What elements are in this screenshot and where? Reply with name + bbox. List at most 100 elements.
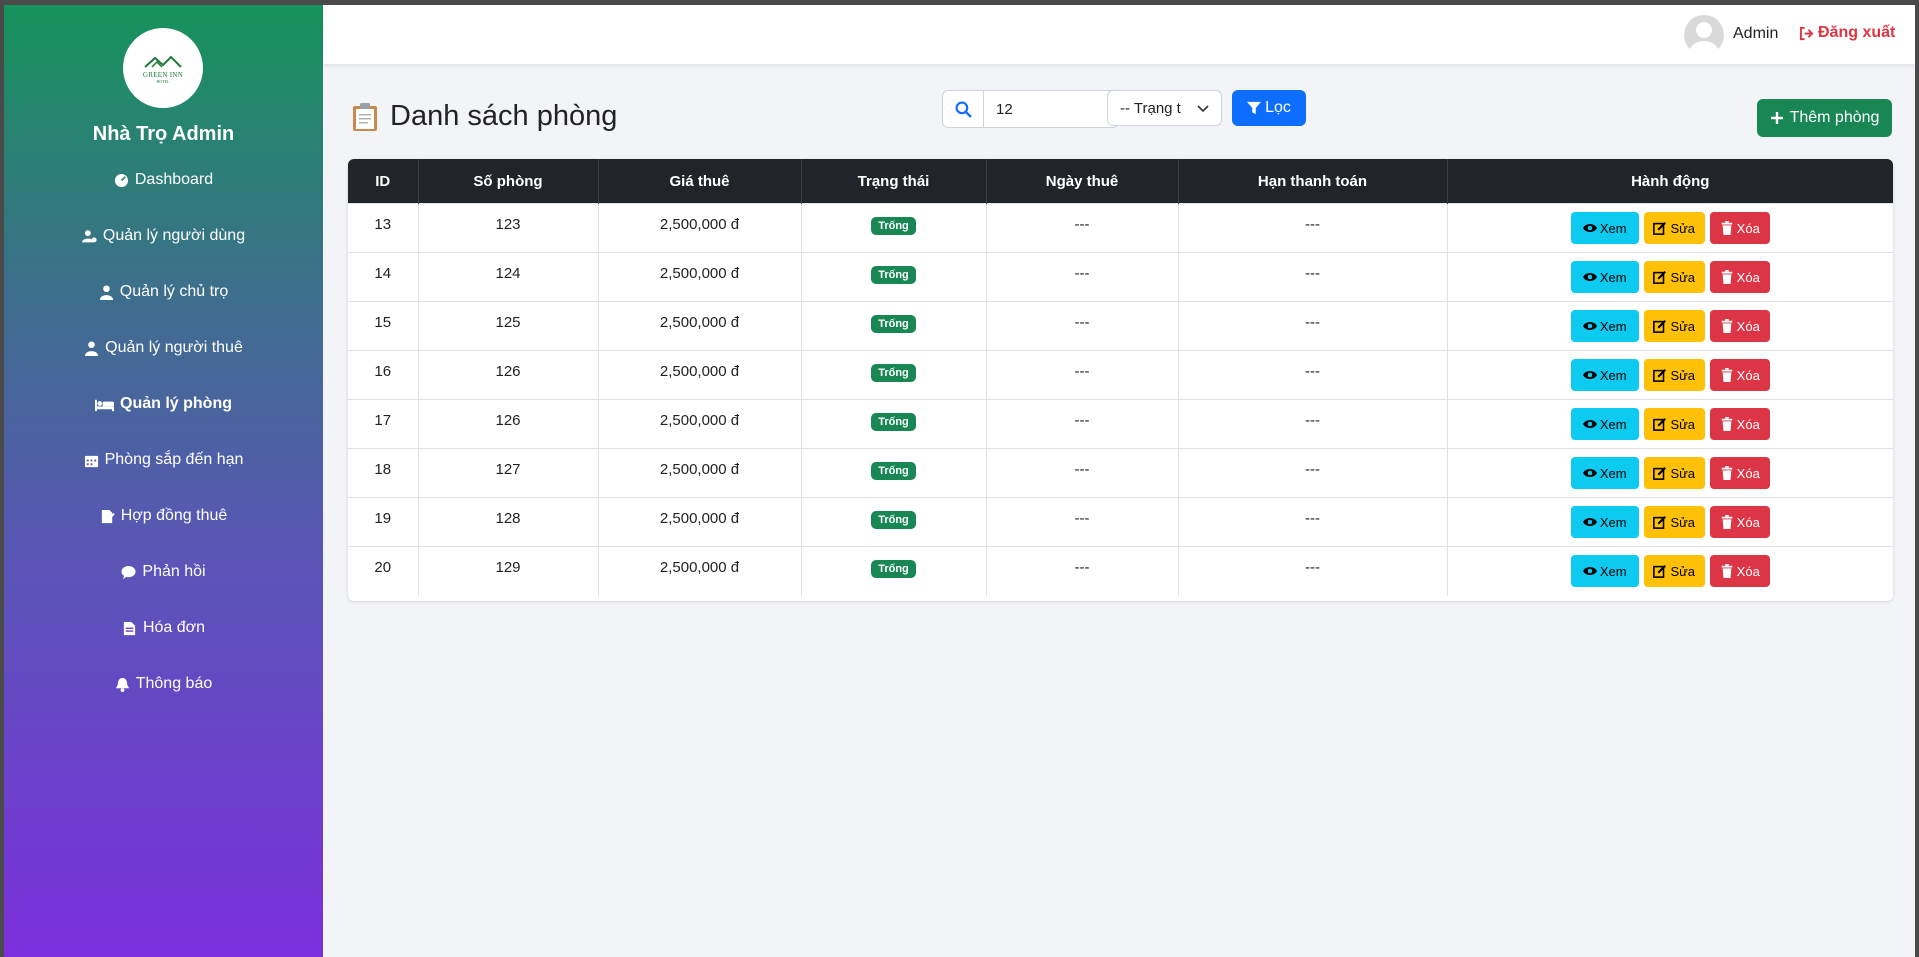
trash-icon — [1721, 319, 1732, 333]
view-button[interactable]: Xem — [1570, 408, 1639, 440]
sidebar-item-rooms[interactable]: Quản lý phòng — [4, 389, 323, 419]
column-header-id[interactable]: ID — [348, 159, 419, 204]
cell-due: --- — [1178, 252, 1448, 302]
delete-button[interactable]: Xóa — [1709, 457, 1770, 489]
user-cog-icon — [81, 229, 97, 242]
search-input[interactable] — [983, 90, 1119, 128]
edit-icon — [1653, 467, 1667, 480]
delete-button[interactable]: Xóa — [1709, 555, 1770, 587]
eye-icon — [1582, 322, 1597, 330]
logout-link[interactable]: Đăng xuất — [1799, 24, 1895, 42]
edit-label: Sửa — [1670, 269, 1696, 285]
cell-room: 127 — [418, 448, 599, 498]
row-actions: Xem Sửa Xóa — [1449, 212, 1893, 244]
view-button[interactable]: Xem — [1570, 457, 1639, 489]
column-header-price[interactable]: Giá thuê — [598, 159, 802, 204]
search-group — [942, 90, 1119, 128]
view-button[interactable]: Xem — [1570, 261, 1639, 293]
cell-status: Trống — [801, 399, 987, 449]
edit-button[interactable]: Sửa — [1643, 408, 1705, 440]
filter-button[interactable]: Lọc — [1232, 90, 1306, 126]
sidebar-item-notifications[interactable]: Thông báo — [4, 669, 323, 699]
column-header-due[interactable]: Hạn thanh toán — [1178, 159, 1448, 204]
eye-icon — [1582, 518, 1597, 526]
search-button[interactable] — [942, 90, 983, 128]
view-button[interactable]: Xem — [1570, 212, 1639, 244]
table-row: 18 127 2,500,000 đ Trống --- --- Xem Sửa… — [348, 448, 1893, 498]
add-room-button[interactable]: Thêm phòng — [1757, 99, 1892, 137]
cell-rent-date: --- — [986, 252, 1179, 302]
trash-icon — [1721, 270, 1732, 284]
cell-price: 2,500,000 đ — [598, 350, 802, 400]
column-header-status[interactable]: Trạng thái — [801, 159, 987, 204]
sidebar-item-landlords[interactable]: Quản lý chủ trọ — [4, 277, 323, 307]
edit-button[interactable]: Sửa — [1643, 212, 1705, 244]
edit-button[interactable]: Sửa — [1643, 310, 1705, 342]
eye-icon — [1582, 567, 1597, 575]
delete-button[interactable]: Xóa — [1709, 212, 1770, 244]
sidebar-item-invoices[interactable]: Hóa đơn — [4, 613, 323, 643]
edit-button[interactable]: Sửa — [1643, 359, 1705, 391]
delete-label: Xóa — [1736, 465, 1760, 481]
cell-room: 129 — [418, 546, 599, 596]
sidebar-item-feedback[interactable]: Phản hồi — [4, 557, 323, 587]
rooms-table: ID Số phòng Giá thuê Trạng thái Ngày thu… — [348, 159, 1893, 601]
status-badge: Trống — [871, 511, 916, 529]
topbar — [323, 5, 1915, 64]
table-row: 13 123 2,500,000 đ Trống --- --- Xem Sửa… — [348, 203, 1893, 253]
view-button[interactable]: Xem — [1570, 310, 1639, 342]
trash-icon — [1721, 417, 1732, 431]
status-badge: Trống — [871, 413, 916, 431]
clipboard-icon — [353, 102, 377, 131]
cell-room: 124 — [418, 252, 599, 302]
cell-status: Trống — [801, 546, 987, 596]
edit-button[interactable]: Sửa — [1643, 457, 1705, 489]
sidebar-item-label: Phản hồi — [142, 563, 206, 580]
sidebar-item-users[interactable]: Quản lý người dùng — [4, 221, 323, 251]
eye-icon — [1582, 420, 1597, 428]
avatar[interactable] — [1684, 15, 1724, 55]
logout-label: Đăng xuất — [1818, 24, 1896, 41]
view-button[interactable]: Xem — [1570, 555, 1639, 587]
delete-button[interactable]: Xóa — [1709, 310, 1770, 342]
cell-status: Trống — [801, 301, 987, 351]
edit-button[interactable]: Sửa — [1643, 555, 1705, 587]
cell-rent-date: --- — [986, 203, 1179, 253]
view-button[interactable]: Xem — [1570, 506, 1639, 538]
cell-id: 13 — [348, 203, 419, 253]
sidebar-item-dashboard[interactable]: Dashboard — [4, 165, 323, 195]
delete-button[interactable]: Xóa — [1709, 408, 1770, 440]
logo-subtext: HOTEL — [156, 78, 170, 84]
calendar-icon — [84, 455, 98, 467]
status-badge: Trống — [871, 266, 916, 284]
column-header-rent-date[interactable]: Ngày thuê — [986, 159, 1179, 204]
user-tie-icon — [99, 284, 113, 300]
sidebar-item-tenants[interactable]: Quản lý người thuê — [4, 333, 323, 363]
sidebar-item-contracts[interactable]: Hợp đồng thuê — [4, 501, 323, 531]
filter-label: Lọc — [1265, 99, 1291, 116]
sidebar-item-due-rooms[interactable]: Phòng sắp đến hạn — [4, 445, 323, 475]
table-row: 14 124 2,500,000 đ Trống --- --- Xem Sửa… — [348, 252, 1893, 302]
edit-button[interactable]: Sửa — [1643, 261, 1705, 293]
edit-icon — [1653, 222, 1667, 235]
column-header-room[interactable]: Số phòng — [418, 159, 599, 204]
eye-icon — [1582, 371, 1597, 379]
view-button[interactable]: Xem — [1570, 359, 1639, 391]
delete-button[interactable]: Xóa — [1709, 359, 1770, 391]
cell-room: 128 — [418, 497, 599, 547]
sidebar-item-label: Quản lý người thuê — [105, 339, 243, 356]
edit-button[interactable]: Sửa — [1643, 506, 1705, 538]
invoice-icon — [123, 621, 136, 635]
column-header-actions: Hành động — [1447, 159, 1893, 204]
delete-button[interactable]: Xóa — [1709, 506, 1770, 538]
cell-price: 2,500,000 đ — [598, 252, 802, 302]
delete-button[interactable]: Xóa — [1709, 261, 1770, 293]
cell-status: Trống — [801, 350, 987, 400]
trash-icon — [1721, 221, 1732, 235]
edit-label: Sửa — [1670, 514, 1696, 530]
cell-room: 126 — [418, 399, 599, 449]
cell-id: 18 — [348, 448, 419, 498]
status-select[interactable]: -- Trạng t — [1107, 90, 1222, 126]
status-badge: Trống — [871, 560, 916, 578]
sidebar-item-label: Phòng sắp đến hạn — [104, 451, 244, 468]
